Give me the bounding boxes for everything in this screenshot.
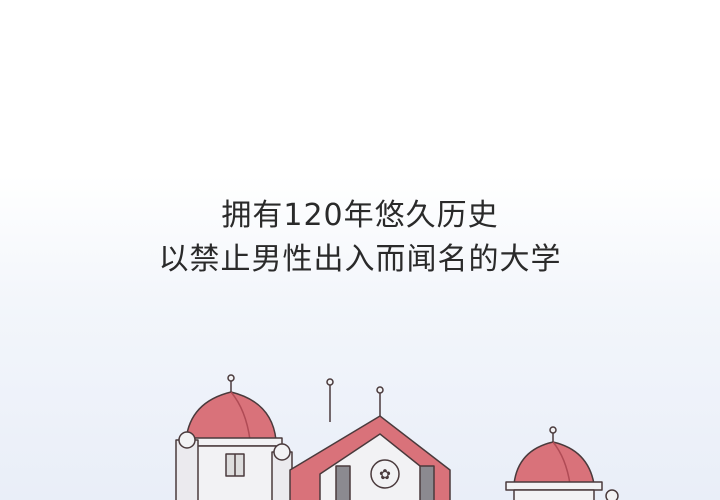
- caption-line-2: 以禁止男性出入而闻名的大学: [158, 242, 562, 277]
- left-dome: [179, 374, 283, 447]
- svg-text:✿: ✿: [379, 467, 391, 483]
- university-building-illustration: ✿: [175, 374, 619, 500]
- caption-line-1: 拥有120年悠久历史: [221, 198, 499, 233]
- right-dome: [505, 426, 603, 500]
- central-building: ✿: [289, 378, 451, 500]
- right-ornament: [605, 489, 619, 500]
